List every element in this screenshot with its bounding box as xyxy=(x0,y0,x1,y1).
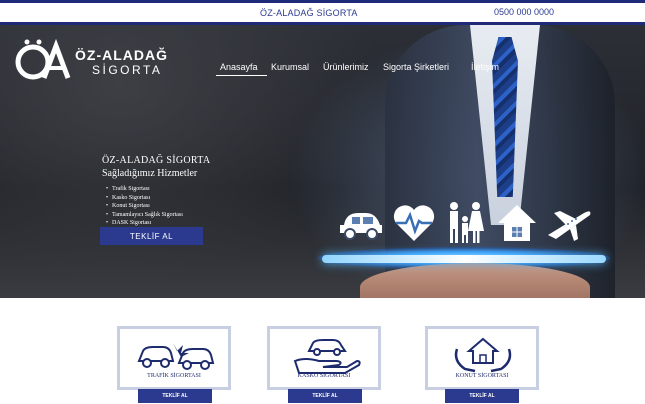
logo-subtitle: SİGORTA xyxy=(92,63,163,77)
family-icon xyxy=(450,202,484,243)
hero-service-icons xyxy=(338,201,598,245)
site-logo[interactable]: ÖZ-ALADAĞ SİGORTA xyxy=(14,38,184,82)
hero-text-block: ÖZ-ALADAĞ SİGORTA Sağladığımız Hizmetler… xyxy=(102,155,322,236)
logo-mark-icon xyxy=(15,38,71,80)
nav-item-urunlerimiz[interactable]: Ürünlerimiz xyxy=(323,62,369,72)
trafik-quote-button[interactable]: TEKLİF AL xyxy=(138,389,212,403)
nav-item-sigorta-sirketleri[interactable]: Sigorta Şirketleri xyxy=(383,62,449,72)
card-label: KONUT SİGORTASI xyxy=(455,373,509,379)
card-label: TRAFİK SİGORTASI xyxy=(147,373,201,379)
nav-active-indicator xyxy=(216,75,267,76)
car-in-hand-icon xyxy=(293,339,361,374)
nav-item-iletisim[interactable]: İletişim xyxy=(471,62,499,72)
service-item: Konut Sigortası xyxy=(102,202,322,211)
logo-name: ÖZ-ALADAĞ xyxy=(75,47,168,63)
top-bar: ÖZ-ALADAĞ SİGORTA 0500 000 0000 xyxy=(0,3,645,22)
hero-title: ÖZ-ALADAĞ SİGORTA xyxy=(102,155,211,166)
kasko-quote-button[interactable]: TEKLİF AL xyxy=(288,389,362,403)
service-item: Kasko Sigortası xyxy=(102,194,322,203)
service-item: Tamamlayıcı Sağlık Sigortası xyxy=(102,211,322,220)
hero-tablet xyxy=(322,255,606,263)
card-trafik[interactable]: TRAFİK SİGORTASI xyxy=(117,326,231,390)
airplane-icon xyxy=(548,211,591,241)
heart-pulse-icon xyxy=(393,205,435,241)
card-label: KASKO SİGORTASI xyxy=(297,373,351,379)
car-crash-icon xyxy=(137,343,215,370)
topbar-phone[interactable]: 0500 000 0000 xyxy=(494,7,554,17)
topbar-brand: ÖZ-ALADAĞ SİGORTA xyxy=(260,8,358,18)
card-konut[interactable]: KONUT SİGORTASI xyxy=(425,326,539,390)
hero-subtitle: Sağladığımız Hizmetler xyxy=(102,168,198,179)
car-icon xyxy=(340,213,382,240)
hero-quote-button[interactable]: TEKLİF AL xyxy=(100,227,203,245)
nav-item-kurumsal[interactable]: Kurumsal xyxy=(271,62,309,72)
card-kasko[interactable]: KASKO SİGORTASI xyxy=(267,326,381,390)
konut-quote-button[interactable]: TEKLİF AL xyxy=(445,389,519,403)
house-in-hands-icon xyxy=(454,337,512,373)
nav-item-anasayfa[interactable]: Anasayfa xyxy=(220,62,258,72)
service-item: Trafik Sigortası xyxy=(102,185,322,194)
product-cards: TRAFİK SİGORTASI TEKLİF AL KASKO SİGORTA… xyxy=(0,298,645,404)
house-icon xyxy=(498,205,536,241)
